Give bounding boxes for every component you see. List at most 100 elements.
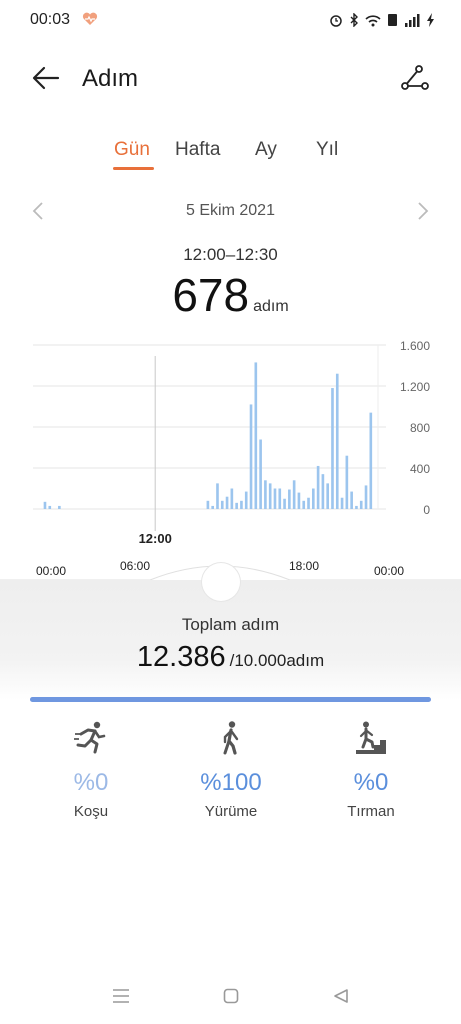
date-nav: 5 Ekim 2021 [0,196,461,226]
chart-bar [345,455,349,509]
chart-bar [355,505,358,509]
chart-bar [350,491,353,509]
steps-goal: /10.000adım [229,651,325,670]
back-nav-button[interactable] [329,986,353,1006]
total-row: 12.386/10.000adım [0,641,461,674]
chart-scroll-handle[interactable] [202,563,240,601]
chart-bar [268,483,272,509]
x-tick-label: 00:00 [36,564,66,578]
activity-walking: %100 Yürüme [171,720,291,820]
climbing-icon [356,721,386,754]
chart-bar [220,500,224,509]
y-tick-label: 0 [423,503,430,517]
status-bar: 00:03 [0,0,461,40]
chart-bar [216,483,219,509]
total-steps-value: 12.386 [136,641,226,673]
x-tick-label: 18:00 [289,559,319,573]
steps-chart[interactable]: 1.600 1.200 800 400 0 12:00 00:00 06:00 18:00 00:… [0,326,461,586]
chart-bar [235,502,238,509]
chart-bar [288,489,291,509]
route-button[interactable] [397,61,433,95]
y-tick-label: 1.200 [400,380,430,394]
goal-progress-bar [30,697,431,702]
goal-progress-fill [30,697,431,702]
chart-bar [369,412,373,509]
chart-bar [264,480,267,509]
tab-underline [113,167,154,170]
walking-icon [223,721,239,755]
period-tabs: Gün Hafta Ay Yıl [0,135,461,175]
chart-bar [240,500,243,509]
selected-time-label: 12:00 [139,531,172,546]
selected-range: 12:00–12:30 [183,245,278,264]
x-tick-label: 00:00 [374,564,404,578]
x-tick-label: 06:00 [120,559,150,573]
chart-bar [244,491,248,509]
walking-label: Yürüme [204,803,258,820]
next-day-button[interactable] [411,198,435,224]
back-button[interactable] [28,61,64,95]
chart-bar [321,474,325,509]
chart-bar [307,497,310,509]
alarm-icon [330,15,342,27]
total-label: Toplam adım [181,615,280,634]
back-arrow-icon [32,66,60,90]
activity-running: %0 Koşu [31,720,151,820]
chart-bar [230,488,234,509]
chart-bar [58,505,61,509]
chart-bar [48,505,52,509]
chart-bar [302,500,306,509]
climbing-label: Tırman [347,803,395,820]
chart-bar [259,439,262,509]
chart-bar [283,498,286,509]
chart-bar [316,465,320,509]
chart-bar [211,505,215,509]
chart-bar [278,488,282,509]
running-percent: %0 [73,769,109,796]
volte-icon [388,14,397,26]
selected-value-row: 678 adım [0,268,461,322]
y-tick-label: 1.600 [400,339,430,353]
wifi-icon [365,14,381,26]
page-title: Adım [82,65,139,92]
tab-year[interactable]: Yıl [316,139,338,161]
header: Adım [0,55,461,101]
system-nav-bar [0,976,461,1016]
chart-bar [364,485,368,509]
menu-nav-button[interactable] [109,986,133,1006]
y-tick-label: 400 [410,462,430,476]
climbing-percent: %0 [353,769,389,796]
chart-bar [335,373,339,509]
chart-bar [225,496,229,509]
chart-bar [331,388,334,509]
charging-icon [427,13,434,27]
selected-steps-unit: adım [253,298,289,315]
home-nav-button[interactable] [219,986,243,1006]
walking-percent: %100 [200,769,262,796]
status-icons [329,12,435,28]
chart-bar [273,488,277,509]
health-heart-icon [82,12,98,25]
home-square-icon [223,988,239,1004]
chart-bar [206,500,210,509]
back-triangle-icon [334,989,348,1003]
chart-bar [292,480,296,509]
activity-climbing: %0 Tırman [311,720,431,820]
tab-month[interactable]: Ay [255,139,277,161]
chart-bar [326,483,330,509]
chart-bar [340,497,344,509]
chart-bar [311,488,315,509]
tab-day[interactable]: Gün [114,139,150,161]
running-label: Koşu [73,803,109,820]
running-icon [74,721,106,754]
chevron-right-icon [418,202,429,220]
chart-bar [43,501,47,509]
chart-bar [249,404,253,509]
chart-bar [359,500,363,509]
bluetooth-icon [350,13,358,27]
date-label: 5 Ekim 2021 [186,202,275,219]
chart-bar [297,492,301,509]
selected-steps-value: 678 [172,269,250,321]
tab-week[interactable]: Hafta [175,139,220,161]
chart-svg: 1.600 1.200 800 400 0 12:00 00:00 06:00 18:00 00:… [0,339,461,581]
